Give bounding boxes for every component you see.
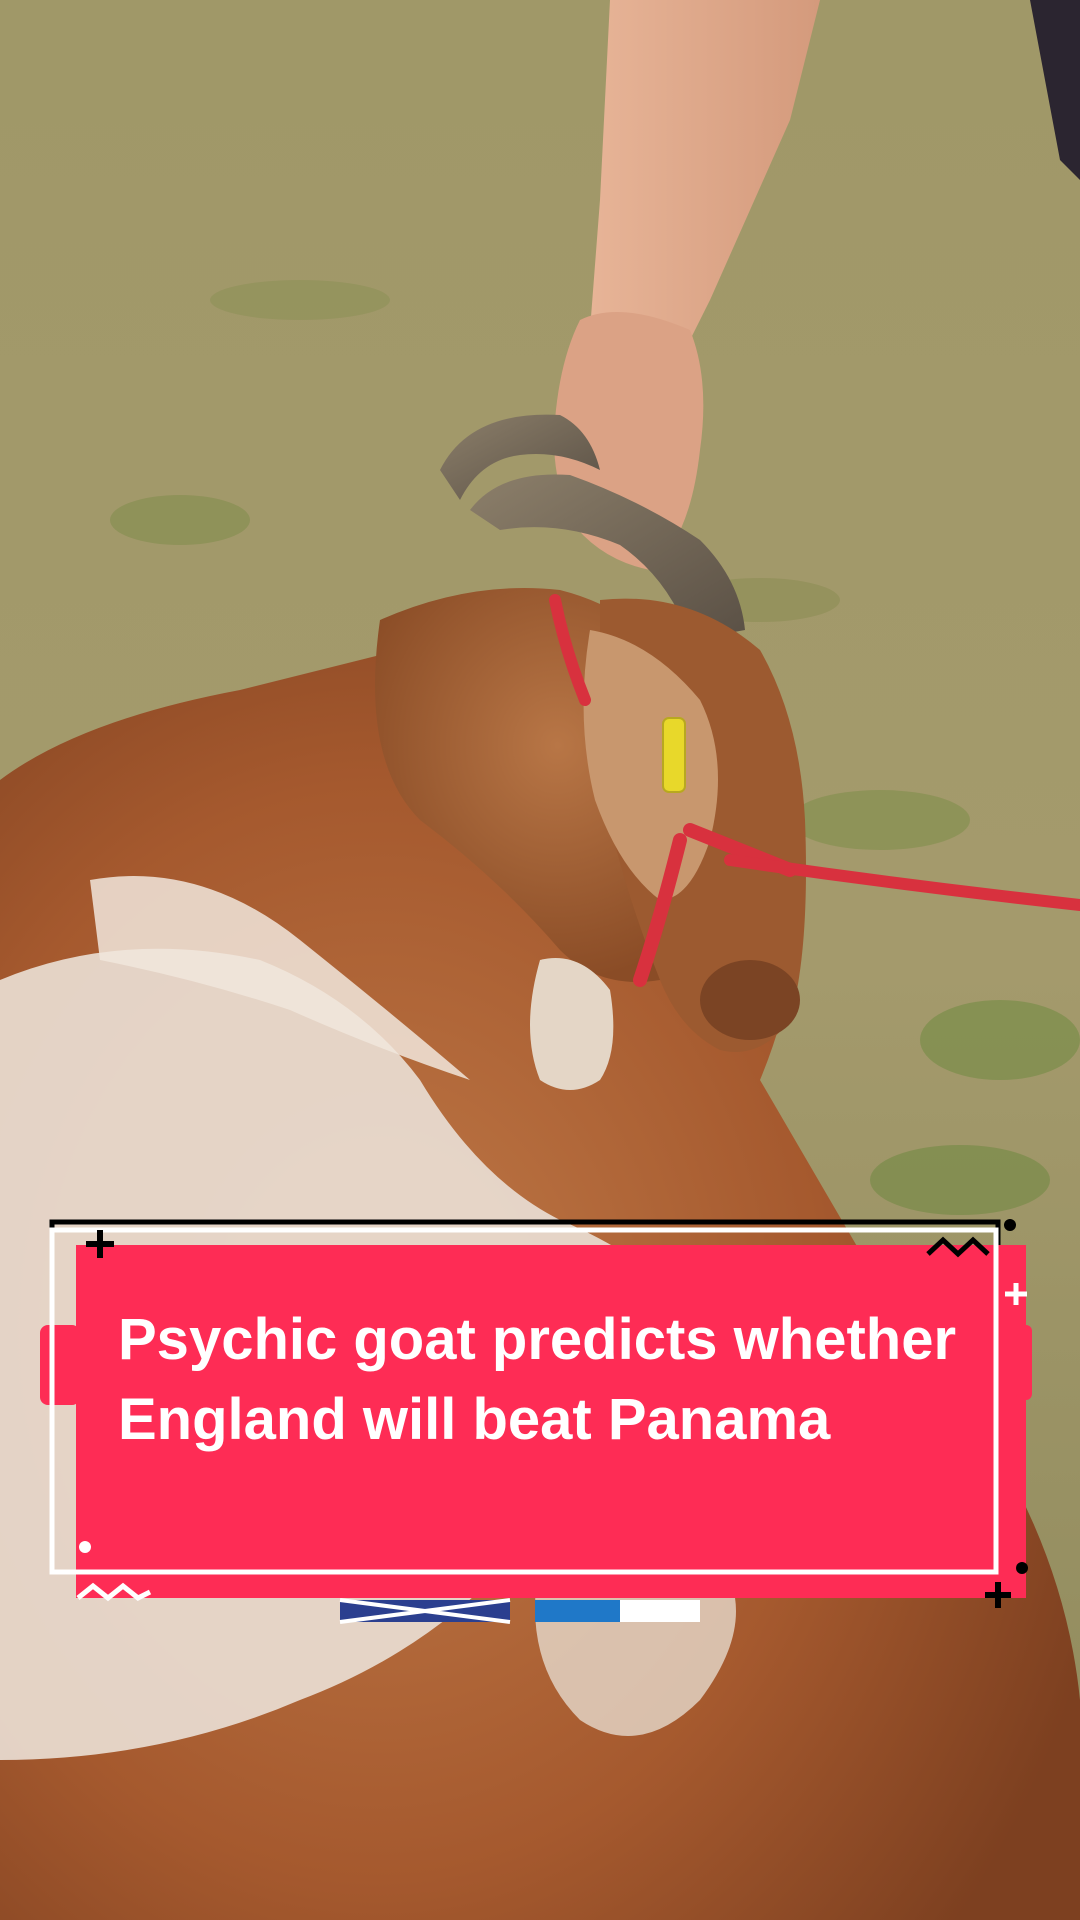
goat-muzzle [700, 960, 800, 1040]
video-frame [0, 0, 1080, 1920]
goat-ear-tag [662, 717, 686, 793]
